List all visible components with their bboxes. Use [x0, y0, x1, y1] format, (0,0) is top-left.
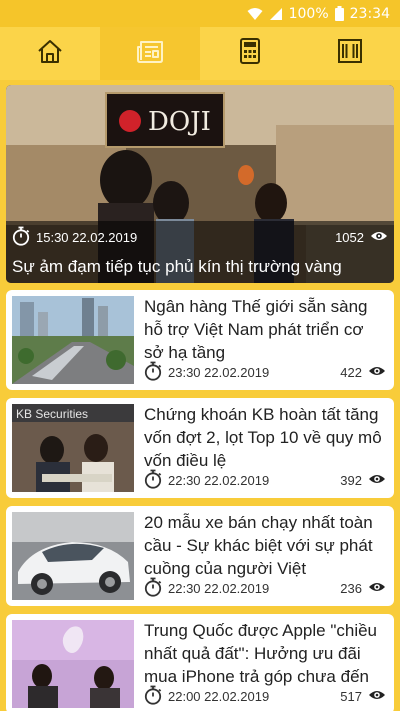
featured-article-views: 1052 [335, 230, 364, 245]
article-views: 392 [340, 473, 362, 488]
eye-icon [368, 689, 386, 704]
article-thumbnail: KB Securities [12, 404, 134, 492]
article-views: 236 [340, 581, 362, 596]
eye-icon [368, 365, 386, 380]
battery-icon [334, 6, 344, 21]
article-meta: 22:00 22.02.2019 517 [144, 685, 386, 708]
article-meta: 23:30 22.02.2019 422 [144, 361, 386, 384]
article-thumbnail [12, 512, 134, 600]
article-meta: 22:30 22.02.2019 236 [144, 577, 386, 600]
article-views: 422 [340, 365, 362, 380]
stopwatch-icon [144, 361, 162, 384]
article-title: Trung Quốc được Apple "chiều nhất quả đấ… [144, 621, 378, 686]
article-card[interactable]: KB Securities Chứng khoán KB hoàn tất tă… [6, 398, 394, 498]
calculator-icon [239, 38, 261, 69]
featured-article-meta: 15:30 22.02.2019 1052 [12, 226, 388, 249]
eye-icon [368, 581, 386, 596]
article-card[interactable]: 20 mẫu xe bán chạy nhất toàn cầu - Sự kh… [6, 506, 394, 606]
tab-news[interactable] [100, 27, 200, 80]
featured-article-title: Sự ảm đạm tiếp tục phủ kín thị trường và… [12, 257, 342, 276]
newspaper-icon [135, 38, 165, 69]
article-time: 22:00 22.02.2019 [168, 689, 270, 704]
article-time: 22:30 22.02.2019 [168, 581, 270, 596]
nav-bar [0, 27, 400, 80]
article-title: Chứng khoán KB hoàn tất tăng vốn đợt 2, … [144, 405, 382, 470]
tab-home[interactable] [0, 27, 100, 80]
article-title: 20 mẫu xe bán chạy nhất toàn cầu - Sự kh… [144, 513, 373, 578]
news-feed[interactable]: DOJI 15:30 22.02.2019 1052 Sự ảm đạm tiế… [0, 80, 400, 711]
columns-icon [337, 38, 363, 69]
article-thumbnail [12, 296, 134, 384]
kb-securities-sign: KB Securities [16, 407, 88, 421]
stopwatch-icon [12, 226, 30, 249]
stopwatch-icon [144, 577, 162, 600]
battery-percent: 100% [288, 5, 329, 22]
article-views: 517 [340, 689, 362, 704]
stopwatch-icon [144, 685, 162, 708]
status-clock: 23:34 [349, 5, 390, 22]
wifi-icon [247, 7, 263, 21]
doji-sign: DOJI [148, 107, 211, 137]
signal-icon [269, 7, 283, 21]
article-time: 22:30 22.02.2019 [168, 473, 270, 488]
featured-article[interactable]: DOJI 15:30 22.02.2019 1052 Sự ảm đạm tiế… [6, 85, 394, 283]
article-card[interactable]: Trung Quốc được Apple "chiều nhất quả đấ… [6, 614, 394, 711]
tab-calculator[interactable] [200, 27, 300, 80]
eye-icon [370, 230, 388, 245]
status-bar: 100% 23:34 [0, 0, 400, 27]
featured-article-time: 15:30 22.02.2019 [36, 230, 138, 245]
eye-icon [368, 473, 386, 488]
stopwatch-icon [144, 469, 162, 492]
article-time: 23:30 22.02.2019 [168, 365, 270, 380]
article-meta: 22:30 22.02.2019 392 [144, 469, 386, 492]
article-thumbnail [12, 620, 134, 708]
article-card[interactable]: Ngân hàng Thế giới sẵn sàng hỗ trợ Việt … [6, 290, 394, 390]
home-icon [37, 38, 63, 69]
article-title: Ngân hàng Thế giới sẵn sàng hỗ trợ Việt … [144, 297, 368, 362]
tab-columns[interactable] [300, 27, 400, 80]
